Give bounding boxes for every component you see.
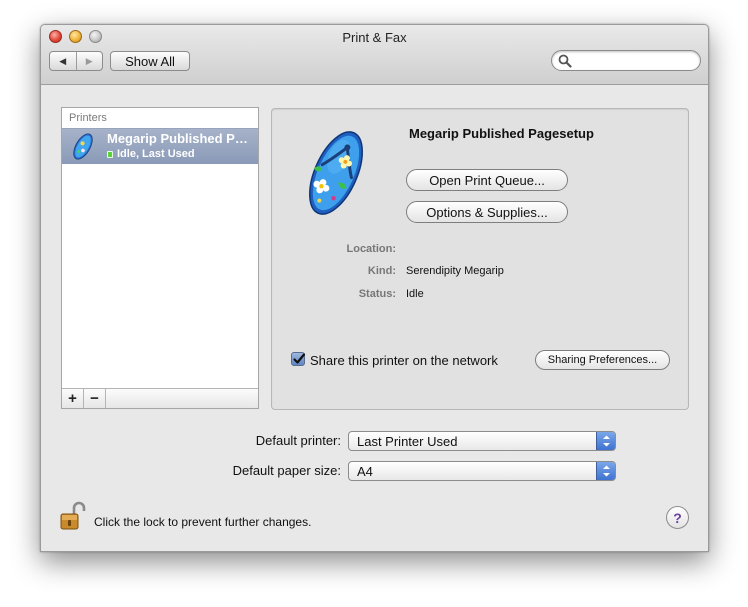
printer-title: Megarip Published Pagesetup	[409, 126, 594, 141]
print-fax-window: Print & Fax ◀ ▶ Show All Printers Megari…	[40, 24, 709, 552]
show-all-button[interactable]: Show All	[110, 51, 190, 71]
search-icon	[558, 54, 572, 68]
default-printer-label: Default printer:	[255, 433, 341, 448]
flip-flop-icon	[73, 133, 93, 160]
printer-name: Megarip Published Pagesetup	[107, 131, 255, 146]
toolbar: Print & Fax ◀ ▶ Show All	[41, 25, 708, 85]
forward-button[interactable]: ▶	[77, 52, 103, 70]
lock-message: Click the lock to prevent further change…	[94, 515, 312, 529]
share-printer-label[interactable]: Share this printer on the network	[310, 353, 498, 368]
default-printer-popup[interactable]: Last Printer Used	[348, 431, 616, 451]
back-arrow-icon: ◀	[59, 55, 67, 66]
remove-printer-button[interactable]: −	[84, 389, 106, 408]
printers-list: Printers Megarip Published Pagesetup Idl…	[61, 107, 259, 409]
navigation-segmented-control: ◀ ▶	[49, 51, 103, 71]
printers-list-header: Printers	[69, 112, 107, 124]
kind-label: Kind:	[367, 265, 396, 277]
default-printer-value: Last Printer Used	[357, 434, 458, 449]
search-input[interactable]	[574, 53, 692, 68]
add-printer-button[interactable]: +	[62, 389, 84, 408]
search-field[interactable]	[551, 50, 701, 71]
default-paper-size-value: A4	[357, 464, 373, 479]
default-paper-size-popup[interactable]: A4	[348, 461, 616, 481]
forward-arrow-icon: ▶	[85, 55, 93, 66]
checkmark-icon	[293, 353, 306, 364]
location-label: Location:	[346, 243, 397, 255]
popup-arrows-icon	[596, 462, 615, 480]
unlocked-padlock-icon[interactable]	[60, 501, 86, 531]
back-button[interactable]: ◀	[50, 52, 77, 70]
window-title: Print & Fax	[342, 30, 407, 45]
status-indicator-icon	[107, 150, 113, 158]
open-print-queue-button[interactable]: Open Print Queue...	[406, 169, 568, 191]
flip-flop-printer-icon	[309, 131, 363, 215]
status-value: Idle	[406, 288, 424, 300]
options-supplies-button[interactable]: Options & Supplies...	[406, 201, 568, 223]
printer-status-text: Idle, Last Used	[117, 148, 195, 160]
printer-list-item[interactable]: Megarip Published Pagesetup Idle, Last U…	[62, 128, 258, 164]
default-paper-size-label: Default paper size:	[232, 463, 341, 478]
printers-list-footer: + −	[62, 388, 258, 408]
popup-arrows-icon	[596, 432, 615, 450]
sharing-preferences-button[interactable]: Sharing Preferences...	[535, 350, 670, 370]
status-label: Status:	[358, 288, 396, 300]
share-printer-checkbox[interactable]	[291, 352, 306, 366]
kind-value: Serendipity Megarip	[406, 265, 504, 277]
printer-details-pane: Megarip Published Pagesetup Open Print Q…	[271, 108, 689, 410]
help-button[interactable]: ?	[666, 506, 689, 529]
printer-status: Idle, Last Used	[107, 148, 195, 160]
